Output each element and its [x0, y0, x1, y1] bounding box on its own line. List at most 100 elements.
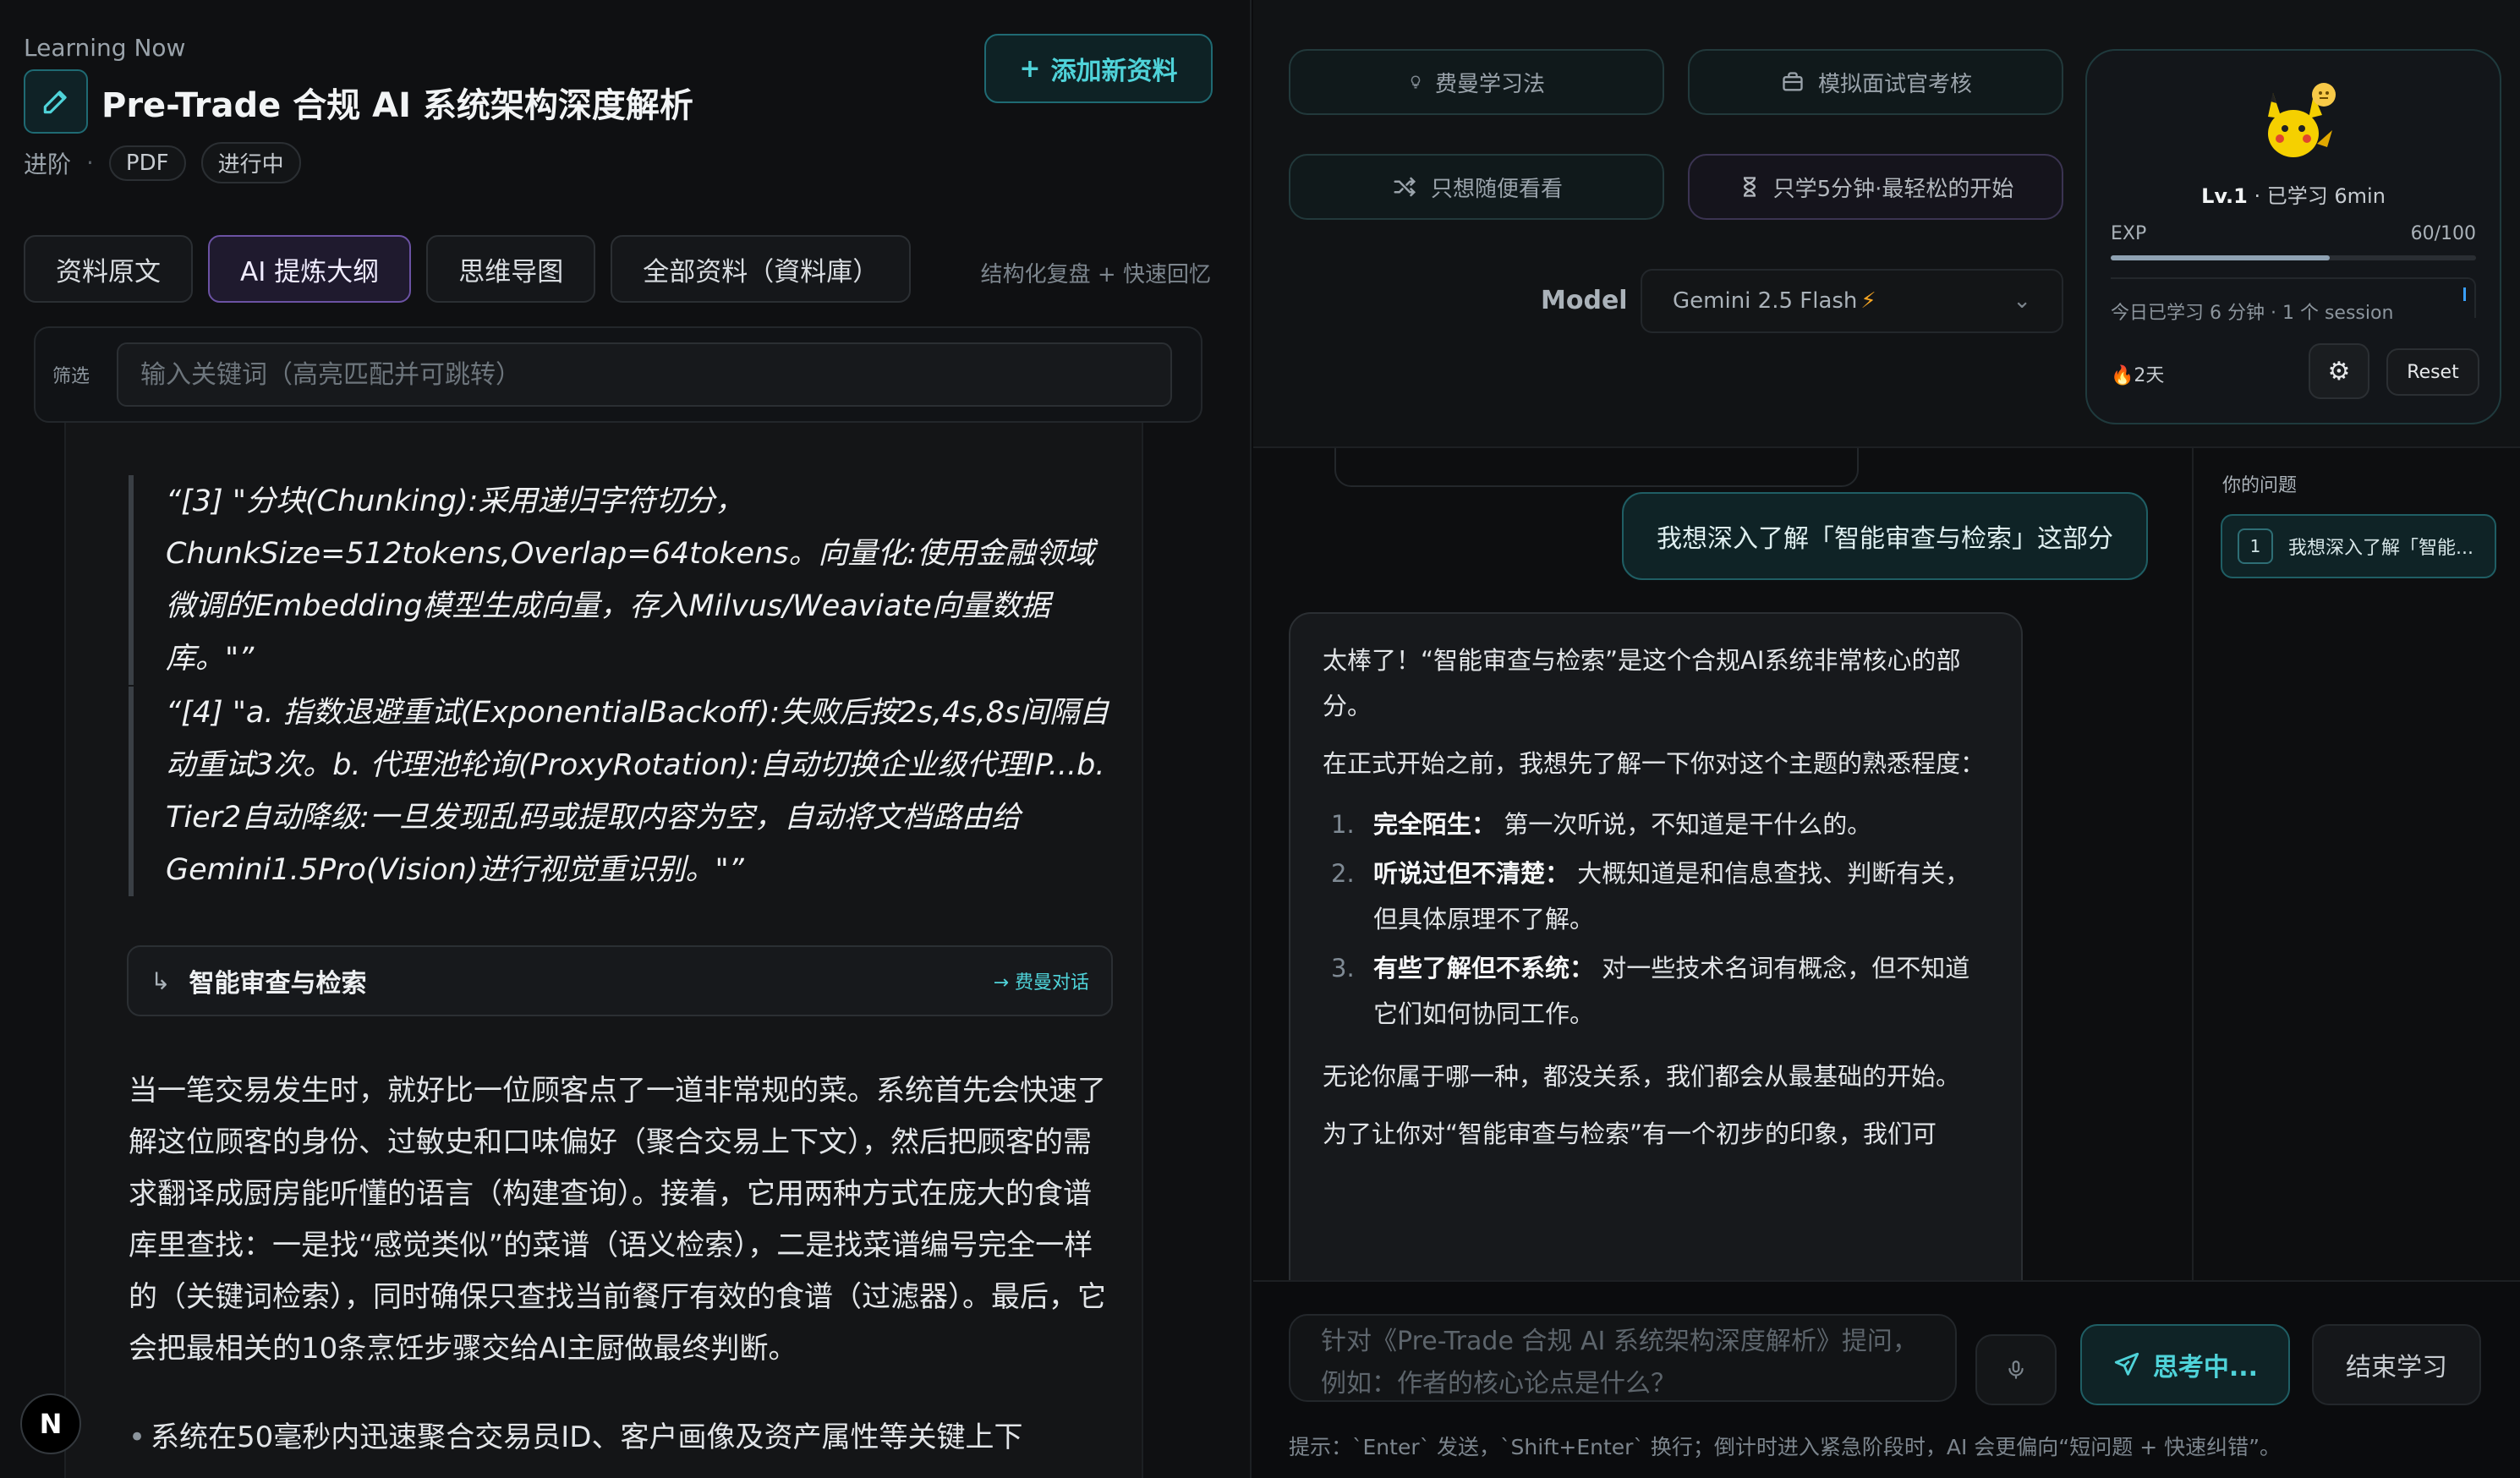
plus-icon: +	[1019, 53, 1041, 84]
browse-mode-label: 只想随便看看	[1430, 176, 1563, 202]
section-paragraph: 当一笔交易发生时，就好比一位顾客点了一道非常规的菜。系统首先会快速了解这位顾客的…	[129, 1074, 1106, 1366]
subdirectory-arrow-icon: ↳	[151, 966, 171, 995]
exp-progress-fill	[2111, 255, 2331, 260]
briefcase-icon	[1783, 72, 1803, 91]
composer: 针对《Pre-Trade 合规 AI 系统架构深度解析》提问，例如：作者的核心论…	[1253, 1280, 2520, 1478]
list-item: 3. 有些了解但不系统： 对一些技术名词有概念，但不知道它们如何协同工作。	[1323, 945, 1989, 1037]
questions-title: 你的问题	[2222, 475, 2298, 496]
left-panel: Learning Now Pre-Trade 合规 AI 系统架构深度解析 进阶…	[0, 0, 1252, 1478]
question-text: 我想深入了解「智能...	[2288, 538, 2473, 559]
user-message: 我想深入了解「智能审查与检索」这部分	[1622, 492, 2148, 580]
feynman-chat-link[interactable]: → 费曼对话	[994, 967, 1089, 994]
right-panel: 费曼学习法 模拟面试官考核 只想随便看看 只学5分钟·最轻松的开始 Model …	[1253, 0, 2520, 1478]
list-item: 1. 完全陌生： 第一次听说，不知道是干什么的。	[1323, 802, 1989, 847]
ai-ask: 在正式开始之前，我想先了解一下你对这个主题的熟悉程度：	[1323, 749, 1986, 778]
interview-mode-label: 模拟面试官考核	[1817, 71, 1972, 97]
level-value: Lv.1	[2201, 184, 2248, 208]
ai-reassure: 无论你属于哪一种，都没关系，我们都会从最基础的开始。	[1323, 1062, 1961, 1091]
profile-card: Lv.1 · 已学习 6min EXP 60/100 今日已学习 6 分钟 · …	[2085, 49, 2501, 424]
add-material-label: 添加新资料	[1050, 57, 1178, 86]
learning-now-label: Learning Now	[24, 34, 186, 62]
chat-input[interactable]: 针对《Pre-Trade 合规 AI 系统架构深度解析》提问，例如：作者的核心论…	[1289, 1314, 1957, 1402]
filter-bar: 筛选	[34, 326, 1202, 423]
model-value: Gemini 2.5 Flash	[1673, 288, 1858, 314]
interview-mode-button[interactable]: 模拟面试官考核	[1688, 49, 2063, 115]
level-text: 进阶	[24, 150, 72, 178]
view-tabs: 资料原文 AI 提炼大纲 思维导图 全部资料（資料庫）	[24, 235, 912, 303]
mode-area: 费曼学习法 模拟面试官考核 只想随便看看 只学5分钟·最轻松的开始 Model …	[1253, 0, 2520, 448]
ai-message: 太棒了！“智能审查与检索”是这个合规AI系统非常核心的部分。 在正式开始之前，我…	[1289, 612, 2023, 1280]
five-minute-mode-label: 只学5分钟·最轻松的开始	[1772, 176, 2014, 202]
option-number: 1.	[1331, 810, 1355, 839]
exp-row: EXP 60/100	[2111, 223, 2476, 244]
today-progress-tick	[2463, 287, 2466, 301]
section-title: 智能审查与检索	[189, 969, 367, 999]
quote-block: “[4] "a. 指数退避重试(ExponentialBackoff):失败后按…	[129, 687, 1109, 896]
level-line: Lv.1 · 已学习 6min	[2087, 179, 2500, 209]
filter-label: 筛选	[52, 366, 90, 387]
previous-message-tail	[1334, 448, 1859, 487]
lightbulb-icon	[1411, 75, 1421, 89]
chevron-down-icon: ⌄	[2013, 288, 2031, 314]
option-number: 3.	[1331, 954, 1355, 983]
tab-original[interactable]: 资料原文	[24, 235, 193, 303]
today-summary: 今日已学习 6 分钟 · 1 个 session	[2111, 303, 2394, 324]
exp-label: EXP	[2111, 223, 2147, 244]
page-title: Pre-Trade 合规 AI 系统架构深度解析	[101, 86, 693, 125]
send-button[interactable]: 思考中...	[2080, 1324, 2290, 1405]
exp-progress-bar	[2111, 255, 2476, 260]
question-item[interactable]: 1 我想深入了解「智能...	[2221, 514, 2496, 578]
shuffle-icon	[1394, 177, 1416, 197]
bolt-icon: ⚡	[1860, 288, 1876, 314]
feynman-mode-button[interactable]: 费曼学习法	[1289, 49, 1664, 115]
tab-mindmap[interactable]: 思维导图	[426, 235, 596, 303]
chat-thread: 我想深入了解「智能审查与检索」这部分 太棒了！“智能审查与检索”是这个合规AI系…	[1253, 448, 2192, 1280]
gear-icon: ⚙	[2327, 356, 2351, 386]
end-session-button[interactable]: 结束学习	[2312, 1324, 2481, 1405]
model-label: Model	[1541, 286, 1628, 315]
composer-hint: 提示：`Enter` 发送，`Shift+Enter` 换行；倒计时进入紧急阶段…	[1289, 1435, 2282, 1459]
pikachu-avatar-icon	[2268, 83, 2336, 157]
five-minute-mode-button[interactable]: 只学5分钟·最轻松的开始	[1688, 154, 2063, 220]
browse-mode-button[interactable]: 只想随便看看	[1289, 154, 1664, 220]
microphone-button[interactable]	[1975, 1334, 2057, 1405]
status-badge: 进行中	[200, 142, 301, 183]
questions-sidebar: 你的问题 1 我想深入了解「智能...	[2192, 448, 2520, 1280]
settings-button[interactable]: ⚙	[2309, 343, 2369, 399]
microphone-icon	[2008, 1360, 2024, 1379]
today-box: 今日已学习 6 分钟 · 1 个 session	[2111, 277, 2476, 324]
outline-document: “[3] "分块(Chunking):采用递归字符切分，ChunkSize=51…	[64, 423, 1143, 1478]
option-title: 完全陌生：	[1373, 810, 1497, 839]
section-header-card[interactable]: ↳ 智能审查与检索 → 费曼对话	[127, 945, 1113, 1016]
edit-title-button[interactable]	[24, 69, 88, 134]
tab-ai-outline[interactable]: AI 提炼大纲	[208, 235, 412, 303]
meta-row: 进阶 · PDF 进行中	[24, 142, 301, 183]
exp-value: 60/100	[2410, 223, 2476, 244]
option-number: 2.	[1331, 859, 1355, 888]
model-select[interactable]: Gemini 2.5 Flash ⚡ ⌄	[1641, 269, 2063, 333]
tabs-hint: 结构化复盘 + 快速回忆	[980, 262, 1211, 287]
question-number: 1	[2238, 528, 2273, 564]
send-label: 思考中...	[2152, 1353, 2259, 1382]
familiarity-options: 1. 完全陌生： 第一次听说，不知道是干什么的。 2. 听说过但不清楚： 大概知道是…	[1323, 802, 1989, 1037]
meta-separator: ·	[86, 149, 94, 177]
feynman-mode-label: 费曼学习法	[1434, 71, 1545, 97]
learned-time: · 已学习 6min	[2247, 184, 2386, 208]
pencil-icon	[43, 90, 67, 114]
streak-counter: 🔥2天	[2111, 365, 2165, 386]
n-logo-button[interactable]: N	[20, 1393, 81, 1454]
send-icon	[2114, 1352, 2139, 1376]
ai-continuation: 为了让你对“智能审查与检索”有一个初步的印象，我们可	[1323, 1119, 1937, 1148]
option-title: 听说过但不清楚：	[1373, 859, 1570, 888]
ai-intro: 太棒了！“智能审查与检索”是这个合规AI系统非常核心的部分。	[1323, 646, 1961, 720]
list-item: 2. 听说过但不清楚： 大概知道是和信息查找、判断有关，但具体原理不了解。	[1323, 851, 1989, 942]
reset-button[interactable]: Reset	[2386, 348, 2479, 396]
option-title: 有些了解但不系统：	[1373, 954, 1595, 983]
filter-input[interactable]	[117, 342, 1172, 407]
list-item: 系统在50毫秒内迅速聚合交易员ID、客户画像及资产属性等关键上下	[129, 1412, 1115, 1464]
add-material-button[interactable]: + 添加新资料	[984, 34, 1213, 103]
hourglass-icon	[1743, 177, 1756, 197]
tab-library[interactable]: 全部资料（資料庫）	[611, 235, 912, 303]
quote-block: “[3] "分块(Chunking):采用递归字符切分，ChunkSize=51…	[129, 475, 1109, 685]
format-badge: PDF	[108, 145, 186, 181]
